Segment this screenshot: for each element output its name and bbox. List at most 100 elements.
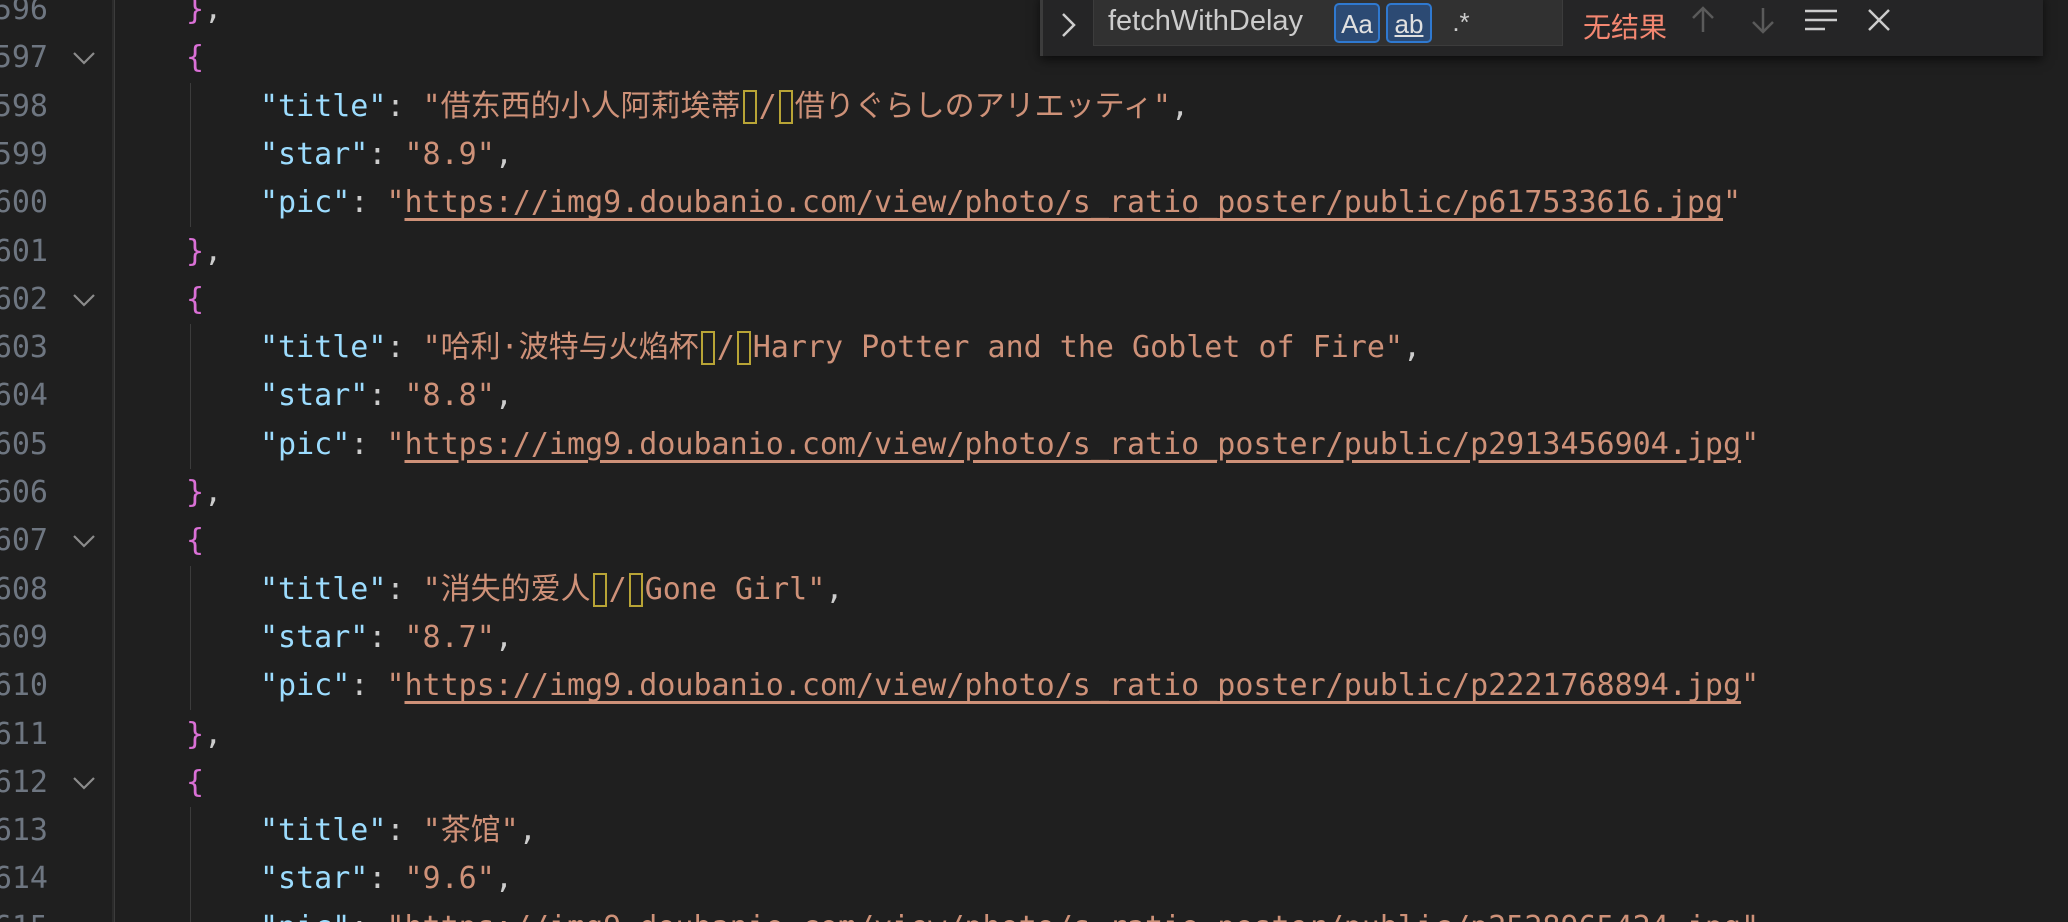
line-number: 612 [0, 764, 48, 800]
code-line[interactable]: 602 { [0, 276, 2068, 324]
close-brace: } [186, 716, 205, 752]
code-content: "title": "借东西的小人阿莉埃蒂 / 借りぐらしのアリエッティ", [260, 83, 1189, 131]
code-line[interactable]: 611}, [0, 711, 2068, 759]
code-line[interactable]: 615 "pic": "https://img9.doubanio.com/vie… [0, 904, 2068, 922]
json-key: "title" [260, 813, 387, 849]
whole-word-button[interactable]: ab [1386, 3, 1432, 43]
colon: : [350, 426, 387, 462]
json-key: "pic" [260, 426, 351, 462]
star-value: "9.6" [404, 861, 495, 897]
pic-url-link[interactable]: https://img9.doubanio.com/view/photo/s_r… [405, 668, 1742, 703]
code-line[interactable]: 609 "star": "8.7", [0, 614, 2068, 662]
indent-guide [190, 420, 191, 469]
json-key: "star" [260, 861, 369, 897]
colon: : [386, 88, 423, 124]
close-brace: } [186, 233, 205, 269]
line-number: 600 [0, 185, 48, 221]
star-value: "8.8" [404, 378, 495, 414]
close-brace: } [186, 0, 205, 27]
indent-guide [190, 662, 191, 711]
json-key: "title" [260, 88, 387, 124]
code-content: "title": "哈利·波特与火焰杯 / Harry Potter and the… [260, 324, 1421, 372]
line-number: 606 [0, 475, 48, 510]
json-key: "pic" [260, 910, 350, 922]
code-line[interactable]: 599 "star": "8.9", [0, 131, 2068, 179]
indent-guide [190, 372, 191, 421]
find-widget: Aa ab .* 无结果 [1040, 0, 2043, 56]
comma: , [825, 571, 844, 607]
code-content: "title": "消失的爱人 / Gone Girl", [260, 566, 843, 614]
open-brace: { [186, 523, 205, 559]
quote: " [386, 426, 405, 462]
pic-url-link[interactable]: https://img9.doubanio.com/view/photo/s_r… [405, 427, 1742, 462]
close-brace: } [186, 475, 205, 510]
toggle-replace-chevron-right-icon[interactable] [1057, 8, 1081, 42]
unicode-space-highlight [628, 572, 643, 607]
json-key: "pic" [260, 185, 351, 221]
code-content: }, [186, 228, 222, 276]
open-brace: { [186, 40, 205, 76]
unicode-space-highlight [736, 331, 751, 366]
colon: : [350, 910, 386, 922]
code-line[interactable]: 605 "pic": "https://img9.doubanio.com/vie… [0, 421, 2068, 469]
title-value: "消失的爱人 / Gone Girl" [422, 571, 826, 607]
indent-guide [190, 855, 191, 904]
title-value: "借东西的小人阿莉埃蒂 / 借りぐらしのアリエッティ" [422, 88, 1171, 124]
line-number: 601 [0, 233, 48, 269]
code-content: "title": "茶馆", [260, 807, 537, 855]
unicode-space-highlight [742, 89, 757, 124]
find-input[interactable] [1094, 3, 1436, 39]
fold-chevron-down-icon[interactable] [70, 34, 98, 82]
quote: " [1741, 426, 1760, 462]
pic-url-link[interactable]: https://img9.doubanio.com/view/photo/s_r… [405, 185, 1724, 220]
code-editor[interactable]: 596}, 597 {598 "title": "借东西的小人阿莉埃蒂 / 借りぐらしのア… [0, 0, 2068, 922]
line-number: 605 [0, 426, 48, 462]
code-line[interactable]: 606}, [0, 469, 2068, 517]
title-value: "茶馆" [422, 813, 519, 849]
close-find-close-icon[interactable] [1859, 0, 1899, 40]
code-line[interactable]: 612 { [0, 759, 2068, 807]
match-case-button[interactable]: Aa [1334, 3, 1380, 43]
find-input-box[interactable]: Aa ab .* [1093, 0, 1563, 46]
code-line[interactable]: 598 "title": "借东西的小人阿莉埃蒂 / 借りぐらしのアリエッティ", [0, 83, 2068, 131]
json-key: "star" [260, 136, 369, 172]
unicode-space-highlight [592, 572, 607, 607]
find-in-selection-icon[interactable] [1801, 0, 1841, 40]
code-line[interactable]: 610 "pic": "https://img9.doubanio.com/vie… [0, 662, 2068, 710]
colon: : [386, 330, 423, 366]
indent-guide [190, 613, 191, 663]
next-match-arrow-down-icon[interactable] [1743, 0, 1783, 40]
comma: , [494, 378, 513, 414]
code-line[interactable]: 603 "title": "哈利·波特与火焰杯 / Harry Potter and … [0, 324, 2068, 372]
previous-match-arrow-up-icon[interactable] [1683, 0, 1723, 40]
indent-guide-outer [114, 0, 115, 922]
code-line[interactable]: 613 "title": "茶馆", [0, 807, 2068, 855]
fold-chevron-down-icon[interactable] [70, 517, 98, 565]
open-brace: { [186, 764, 205, 800]
code-line[interactable]: 600 "pic": "https://img9.doubanio.com/vie… [0, 179, 2068, 227]
code-line[interactable]: 604 "star": "8.8", [0, 372, 2068, 420]
line-number: 607 [0, 523, 48, 559]
comma: , [1402, 330, 1422, 366]
fold-chevron-down-icon[interactable] [70, 276, 98, 324]
quote: " [1723, 185, 1742, 221]
quote: " [386, 668, 405, 704]
pic-url-link[interactable]: https://img9.doubanio.com/view/photo/s_r… [405, 910, 1742, 922]
colon: : [368, 619, 405, 655]
comma: , [204, 0, 223, 27]
line-number: 611 [0, 716, 48, 752]
fold-chevron-down-icon[interactable] [70, 759, 98, 807]
colon: : [350, 668, 387, 704]
comma: , [518, 813, 537, 849]
colon: : [368, 378, 405, 414]
indent-guide [190, 903, 191, 922]
regex-button[interactable]: .* [1438, 3, 1484, 43]
line-number: 597 [0, 40, 48, 76]
code-line[interactable]: 601}, [0, 228, 2068, 276]
code-line[interactable]: 614 "star": "9.6", [0, 855, 2068, 903]
quote: " [1741, 910, 1759, 922]
indent-guide [190, 807, 191, 856]
code-line[interactable]: 608 "title": "消失的爱人 / Gone Girl", [0, 566, 2068, 614]
quote: " [386, 185, 405, 221]
code-line[interactable]: 607 { [0, 517, 2068, 565]
